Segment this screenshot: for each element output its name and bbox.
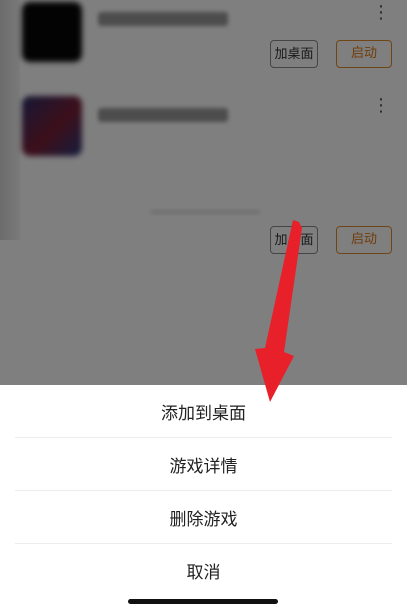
game-details-option[interactable]: 游戏详情 (0, 438, 407, 490)
add-to-desktop-option[interactable]: 添加到桌面 (0, 385, 407, 437)
cancel-label: 取消 (186, 562, 221, 583)
game-details-label: 游戏详情 (169, 456, 238, 477)
action-sheet: 添加到桌面 游戏详情 删除游戏 取消 (0, 385, 407, 611)
home-indicator[interactable] (128, 599, 278, 604)
delete-game-label: 删除游戏 (169, 509, 238, 530)
cancel-option[interactable]: 取消 (0, 544, 407, 596)
delete-game-option[interactable]: 删除游戏 (0, 491, 407, 543)
add-to-desktop-label: 添加到桌面 (161, 403, 246, 424)
